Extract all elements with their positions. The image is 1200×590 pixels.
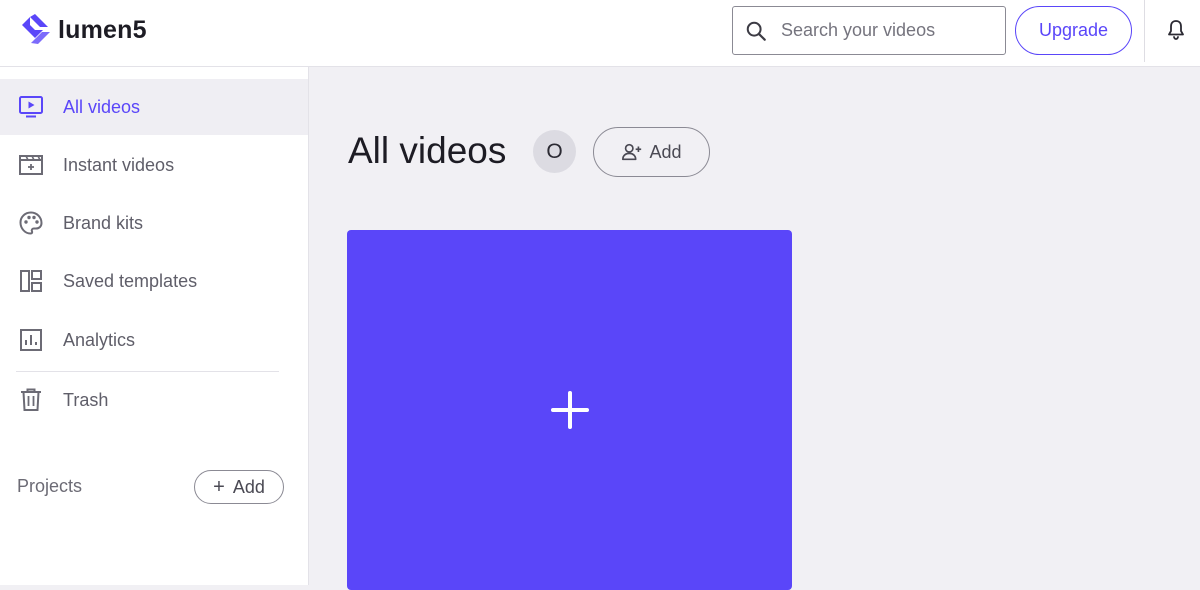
template-layout-icon <box>18 268 44 294</box>
clapperboard-icon <box>18 152 44 178</box>
sidebar-item-label: Instant videos <box>63 154 175 175</box>
logo-text: lumen5 <box>58 15 147 44</box>
trash-icon <box>18 387 44 413</box>
search-input[interactable] <box>781 20 981 41</box>
search-box[interactable] <box>732 6 1006 55</box>
sidebar-item-label: Brand kits <box>63 212 144 233</box>
lumen5-logo-icon <box>22 14 50 44</box>
sidebar-item-brand-kits[interactable]: Brand kits <box>0 195 308 251</box>
sidebar: All videos Instant videos Brand kits Sav… <box>0 67 309 585</box>
add-member-label: Add <box>649 141 682 162</box>
palette-icon <box>18 210 44 236</box>
play-screen-icon <box>18 94 44 120</box>
logo[interactable]: lumen5 <box>18 12 147 48</box>
sidebar-item-all-videos[interactable]: All videos <box>0 79 308 135</box>
bar-chart-icon <box>18 327 44 353</box>
add-project-button[interactable]: + Add <box>194 470 284 504</box>
add-member-button[interactable]: Add <box>593 127 710 177</box>
page-title: All videos <box>348 130 507 171</box>
search-icon <box>746 21 766 41</box>
projects-heading: Projects <box>17 476 83 496</box>
sidebar-item-instant-videos[interactable]: Instant videos <box>0 137 308 193</box>
sidebar-item-analytics[interactable]: Analytics <box>0 312 308 368</box>
add-user-icon <box>622 143 642 161</box>
plus-icon <box>550 391 589 429</box>
sidebar-item-label: Analytics <box>63 329 136 350</box>
upgrade-button[interactable]: Upgrade <box>1015 6 1132 55</box>
header-divider <box>1144 0 1145 62</box>
sidebar-item-label: All videos <box>63 96 141 117</box>
avatar[interactable]: O <box>533 130 576 173</box>
sidebar-item-trash[interactable]: Trash <box>0 372 308 428</box>
sidebar-item-label: Trash <box>63 389 109 410</box>
top-bar: lumen5 Upgrade <box>0 0 1200 67</box>
sidebar-item-saved-templates[interactable]: Saved templates <box>0 253 308 309</box>
add-project-label: Add <box>232 476 265 497</box>
sidebar-item-label: Saved templates <box>63 270 198 291</box>
new-video-card[interactable] <box>347 230 792 590</box>
plus-icon: + <box>213 475 225 498</box>
bell-icon[interactable] <box>1164 18 1188 42</box>
